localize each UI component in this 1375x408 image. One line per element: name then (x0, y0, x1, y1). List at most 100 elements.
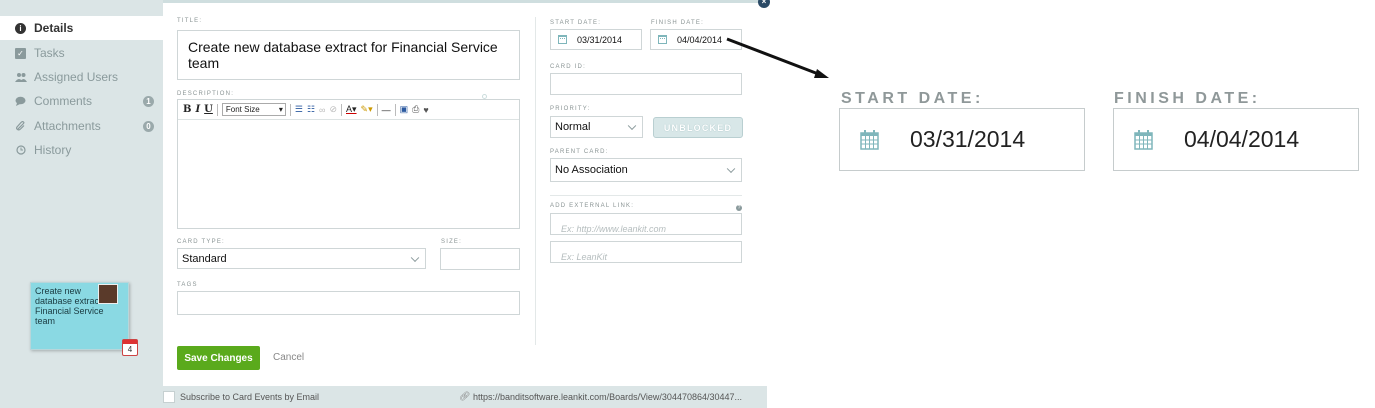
description-label: DESCRIPTION: (177, 91, 235, 97)
unlink-icon[interactable]: ⊘ (329, 104, 337, 115)
comment-count-badge: 1 (143, 95, 154, 107)
link-icon: 🔗︎ (459, 391, 471, 401)
zoom-finish-date-box: 04/04/2014 (1113, 108, 1359, 171)
subscribe-checkbox[interactable] (163, 391, 175, 403)
sidebar-item-assigned-users[interactable]: Assigned Users (0, 65, 163, 89)
save-button[interactable]: Save Changes (177, 346, 260, 370)
card-edit-panel: TITLE: Create new database extract for F… (163, 0, 767, 386)
column-divider (535, 17, 536, 345)
attachment-count-badge: 0 (143, 120, 154, 132)
users-icon (15, 72, 27, 83)
toolbar-divider (376, 103, 378, 116)
calendar-icon (860, 130, 879, 150)
chevron-down-icon (627, 121, 637, 131)
section-divider (550, 195, 742, 196)
zoom-finish-date-label: FINISH DATE: (1114, 90, 1261, 107)
callout-arrow (726, 37, 829, 78)
sidebar-item-label: Attachments (34, 119, 101, 133)
sidebar-item-label: Assigned Users (34, 70, 119, 84)
sidebar: i Details ✓ Tasks Assigned Users Comment… (0, 0, 163, 408)
italic-button[interactable]: I (195, 104, 200, 115)
zoom-start-date-box: 03/31/2014 (839, 108, 1085, 171)
text-color-icon[interactable]: A▾ (346, 104, 357, 115)
tags-input[interactable] (177, 291, 520, 315)
card-id-input[interactable] (550, 73, 742, 95)
footer-bar: Subscribe to Card Events by Email 🔗︎ htt… (163, 386, 767, 408)
chevron-down-icon (726, 164, 736, 174)
close-icon[interactable]: × (758, 0, 770, 8)
calendar-icon (1134, 130, 1153, 150)
card-preview: Create new database extract for Financia… (30, 282, 138, 356)
due-date-calendar-icon: 4 (122, 339, 138, 356)
external-link-name-input[interactable]: Ex: LeanKit (550, 241, 742, 263)
priority-label: PRIORITY: (550, 106, 591, 112)
subscribe-label: Subscribe to Card Events by Email (180, 392, 320, 402)
toolbar-divider (216, 103, 218, 116)
placeholder-text: Ex: http://www.leankit.com (561, 224, 667, 234)
parent-card-select[interactable]: No Association (550, 158, 742, 182)
sidebar-item-label: Tasks (34, 46, 65, 60)
editor-toolbar: B I U Font Size ☰ ☷ ∞ ⊘ A▾ ✎▾ — ▣ ⎙ ♥ (178, 100, 519, 120)
calendar-icon (658, 35, 667, 44)
link-icon[interactable]: ∞ (319, 105, 325, 115)
help-icon[interactable]: ? (736, 205, 742, 211)
sidebar-item-label: Details (34, 21, 74, 35)
print-icon[interactable]: ⎙ (412, 104, 419, 115)
card-type-select[interactable]: Standard (177, 248, 426, 269)
size-input[interactable] (440, 248, 520, 270)
zoom-finish-date-value: 04/04/2014 (1184, 126, 1300, 152)
start-date-label: START DATE: (550, 20, 602, 26)
comment-icon (15, 96, 26, 107)
zoom-start-date-label: START DATE: (841, 90, 984, 107)
sidebar-item-label: Comments (34, 94, 93, 108)
chevron-down-icon (410, 253, 420, 262)
info-icon: i (15, 22, 26, 34)
sidebar-item-history[interactable]: History (0, 138, 163, 162)
priority-select[interactable]: Normal (550, 116, 643, 138)
finish-date-value: 04/04/2014 (677, 34, 723, 45)
size-label: SIZE: (441, 239, 463, 245)
sidebar-item-details[interactable]: i Details (0, 16, 163, 40)
start-date-input[interactable]: 03/31/2014 (550, 29, 642, 50)
external-link-url-input[interactable]: Ex: http://www.leankit.com (550, 213, 742, 235)
numbered-list-icon[interactable]: ☷ (307, 104, 315, 115)
sidebar-item-attachments[interactable]: Attachments 0 (0, 114, 163, 138)
sidebar-item-comments[interactable]: Comments 1 (0, 89, 163, 113)
screenshot-stage: i Details ✓ Tasks Assigned Users Comment… (0, 0, 1375, 408)
toolbar-divider (289, 103, 291, 116)
toolbar-divider (341, 103, 342, 116)
description-editor[interactable]: B I U Font Size ☰ ☷ ∞ ⊘ A▾ ✎▾ — ▣ ⎙ ♥ (177, 99, 520, 229)
paperclip-icon (15, 120, 26, 132)
tags-label: TAGS (177, 282, 198, 288)
cancel-button[interactable]: Cancel (273, 352, 304, 363)
bullet-list-icon[interactable]: ☰ (295, 104, 303, 115)
highlight-icon[interactable]: ✎▾ (361, 104, 373, 115)
image-icon[interactable]: ▣ (400, 104, 409, 115)
card-type-label: CARD TYPE: (177, 239, 225, 245)
clock-icon (15, 144, 26, 156)
card-type-value: Standard (182, 252, 227, 265)
calendar-icon (558, 35, 567, 44)
toolbar-divider (394, 103, 396, 116)
parent-card-label: PARENT CARD: (550, 149, 609, 155)
title-label: TITLE: (177, 18, 203, 24)
title-input[interactable]: Create new database extract for Financia… (177, 30, 520, 80)
font-size-select[interactable]: Font Size (221, 103, 286, 116)
priority-value: Normal (555, 121, 591, 133)
finish-date-label: FINISH DATE: (651, 20, 704, 26)
sidebar-item-label: History (34, 143, 72, 157)
bold-button[interactable]: B (183, 104, 191, 115)
checkbox-icon: ✓ (15, 47, 26, 59)
parent-card-value: No Association (555, 164, 628, 176)
due-day: 4 (127, 345, 133, 354)
horizontal-rule-icon[interactable]: — (382, 105, 391, 115)
sidebar-item-tasks[interactable]: ✓ Tasks (0, 41, 163, 65)
card-url[interactable]: https://banditsoftware.leankit.com/Board… (473, 392, 742, 402)
unblocked-button[interactable]: UNBLOCKED (653, 117, 743, 138)
card-id-label: CARD ID: (550, 64, 586, 70)
clear-format-icon[interactable]: ♥ (423, 105, 428, 115)
start-date-value: 03/31/2014 (577, 34, 623, 45)
placeholder-text: Ex: LeanKit (561, 252, 608, 262)
underline-button[interactable]: U (204, 104, 213, 115)
external-link-label: ADD EXTERNAL LINK: (550, 203, 635, 209)
